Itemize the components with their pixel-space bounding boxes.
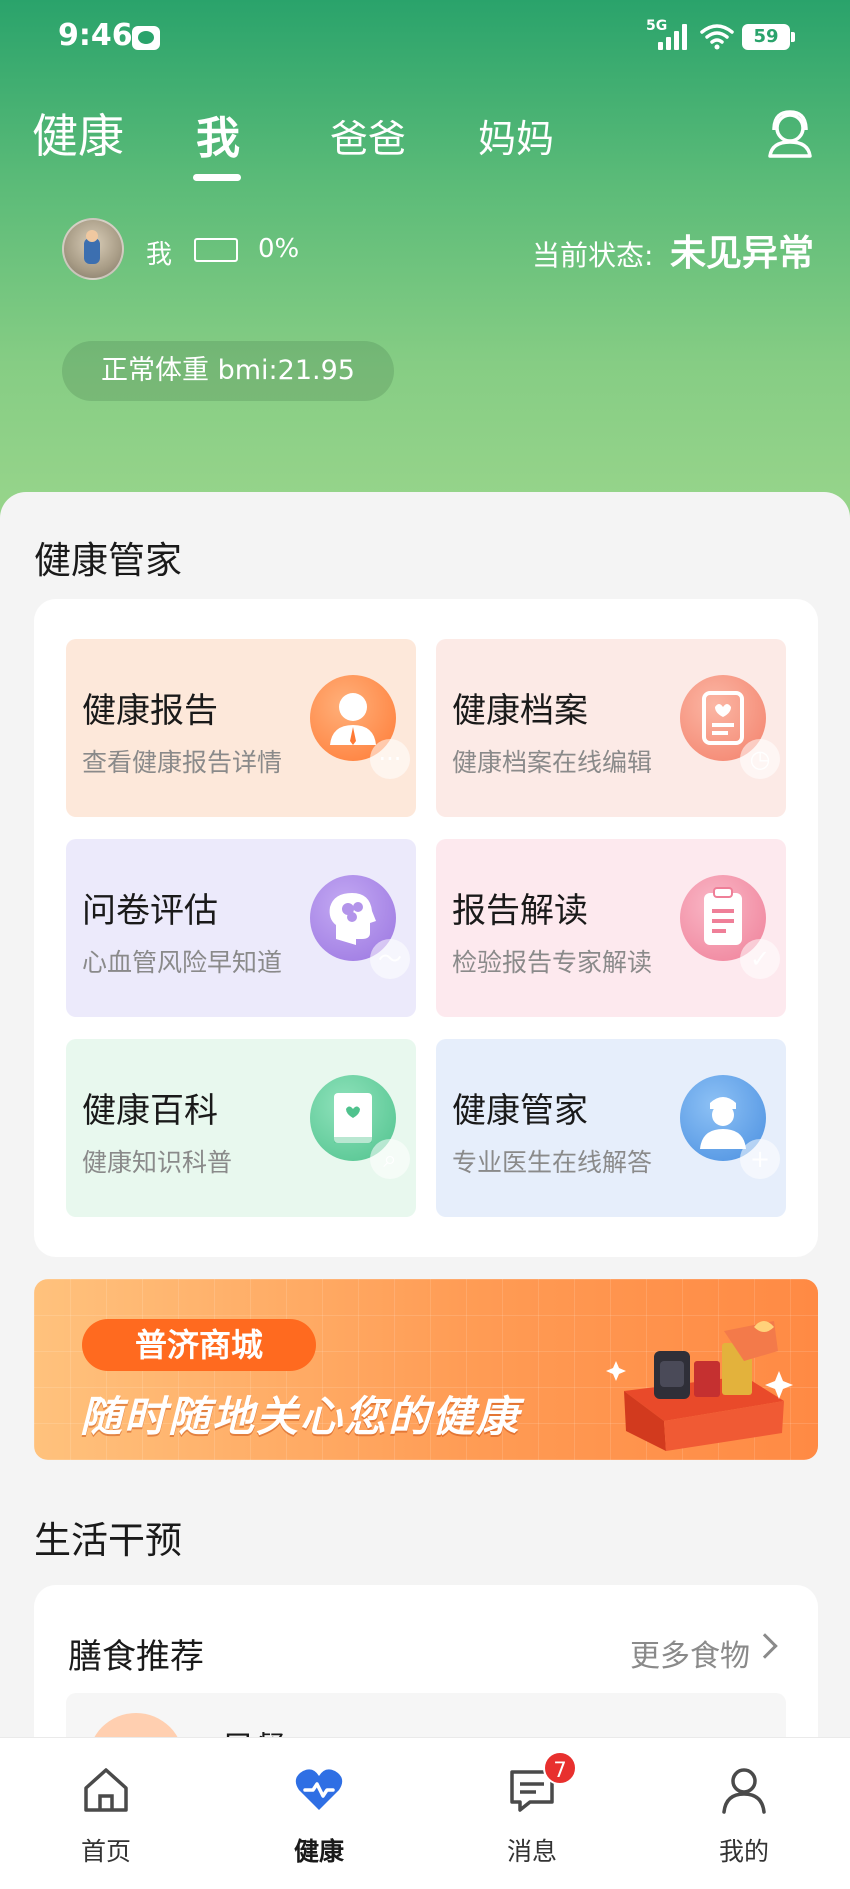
heart-pulse-icon [295,1769,343,1810]
status-time: 9:46 [58,18,133,53]
tile-title: 问卷评估 [82,891,218,931]
user-icon [722,1768,766,1814]
tile-questionnaire[interactable]: 问卷评估 心血管风险早知道 〜 [66,839,416,1017]
tile-health-encyclopedia[interactable]: 健康百科 健康知识科普 ⌕ [66,1039,416,1217]
tile-subtitle: 专业医生在线解答 [452,1148,653,1177]
tab-mom[interactable]: 妈妈 [478,108,554,163]
nav-profile[interactable]: 我的 [674,1738,814,1889]
status-bar: 9:46 5G 59 [0,0,850,76]
home-icon [84,1768,128,1812]
tile-health-report[interactable]: 健康报告 查看健康报告详情 ··· [66,639,416,817]
nav-home[interactable]: 首页 [36,1738,176,1889]
tile-health-butler[interactable]: 健康管家 专业医生在线解答 + [436,1039,786,1217]
clock-icon: ◷ [740,739,780,779]
pulse-icon: 〜 [370,939,410,979]
bmi-badge[interactable]: 正常体重 bmi:21.95 [62,341,394,401]
state-value: 未见异常 [670,233,815,274]
more-icon: ··· [370,739,410,779]
device-percent: 0% [258,234,300,264]
tile-title: 报告解读 [452,891,588,931]
signal-icon [658,24,690,50]
nav-label: 消息 [506,1837,557,1866]
mall-banner[interactable]: 普济商城 随时随地关心您的健康 [34,1279,818,1460]
profile-row: 我 0% 当前状态: 未见异常 [0,218,850,282]
nav-label: 我的 [718,1837,769,1866]
unread-badge: 7 [543,1751,577,1785]
more-food-link[interactable]: 更多食物 [630,1631,750,1675]
banner-mall-label: 普济商城 [82,1319,316,1371]
tab-me[interactable]: 我 [196,102,240,166]
tile-health-archive[interactable]: 健康档案 健康档案在线编辑 ◷ [436,639,786,817]
check-icon: ✓ [740,939,780,979]
wifi-icon [700,24,734,50]
bottom-nav: 首页 健康 消息 7 我的 [0,1737,850,1889]
tile-report-interpretation[interactable]: 报告解读 检验报告专家解读 ✓ [436,839,786,1017]
nav-label: 首页 [80,1837,131,1866]
battery-icon: 59 [742,24,795,50]
profile-name: 我 [146,240,173,270]
tab-dad[interactable]: 爸爸 [330,108,406,163]
customer-service-icon[interactable] [766,108,814,158]
plus-icon: + [740,1139,780,1179]
tile-title: 健康管家 [452,1091,588,1131]
member-tabs: 健康 我 爸爸 妈妈 [0,100,850,190]
avatar[interactable] [62,218,124,280]
section-title-lifestyle: 生活干预 [34,1519,182,1562]
tab-health[interactable]: 健康 [32,100,124,166]
tile-subtitle: 检验报告专家解读 [452,948,653,977]
banner-slogan: 随时随地关心您的健康 [80,1392,521,1441]
tile-subtitle: 健康知识科普 [82,1148,233,1177]
section-title-health-manager: 健康管家 [34,539,182,582]
nav-label: 健康 [293,1837,344,1866]
chevron-right-icon[interactable] [752,1633,778,1659]
device-battery-icon [194,238,238,262]
gift-box-icon [606,1321,793,1451]
diet-title: 膳食推荐 [68,1637,204,1677]
state-label: 当前状态: [532,239,654,272]
tile-title: 健康报告 [82,691,218,731]
tile-subtitle: 查看健康报告详情 [82,748,283,777]
health-manager-panel: 健康报告 查看健康报告详情 ··· 健康档案 健康档案在线编辑 ◷ 问卷评估 心… [34,599,818,1257]
tile-subtitle: 心血管风险早知道 [82,948,283,977]
tile-title: 健康档案 [452,691,588,731]
tab-indicator [193,174,241,181]
search-icon: ⌕ [370,1139,410,1179]
nav-health[interactable]: 健康 [249,1738,389,1889]
tile-title: 健康百科 [82,1091,218,1131]
nav-messages[interactable]: 消息 [462,1738,602,1889]
wechat-icon [132,26,160,50]
tile-subtitle: 健康档案在线编辑 [452,748,653,777]
